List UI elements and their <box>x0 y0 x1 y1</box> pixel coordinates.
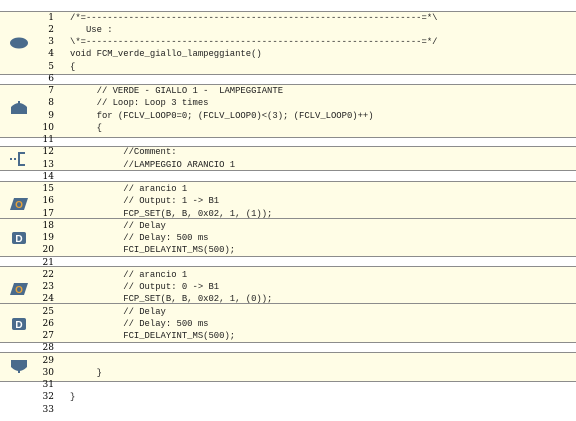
code-line[interactable]: 1 /*=------------------------------------… <box>0 12 576 24</box>
line-number: 10 <box>42 122 54 133</box>
code-line[interactable]: 6 <box>0 73 576 85</box>
code-text: //LAMPEGGIO ARANCIO 1 <box>70 159 236 170</box>
code-text: \*=-------------------------------------… <box>70 37 438 48</box>
line-number: 32 <box>42 392 54 403</box>
code-text: // arancio 1 <box>70 184 188 195</box>
line-number: 28 <box>42 343 54 354</box>
code-line[interactable]: 19 // Delay: 500 ms <box>0 233 576 244</box>
code-line[interactable]: 8 // Loop: Loop 3 times <box>0 99 576 109</box>
code-line[interactable]: 11 <box>0 135 576 146</box>
line-number: 14 <box>42 171 54 182</box>
code-text: // Delay: 500 ms <box>70 318 209 329</box>
code-text: { <box>70 122 102 133</box>
code-line[interactable]: 5{ <box>0 61 576 73</box>
code-text: // Delay <box>70 306 166 317</box>
code-line[interactable]: 30 } <box>0 367 576 379</box>
code-line[interactable]: 24 FCP_SET(B, B, 0x02, 1, (0)); <box>0 295 576 305</box>
code-text: // Delay <box>70 220 166 231</box>
code-line[interactable]: 10 { <box>0 122 576 134</box>
line-number: 4 <box>48 49 54 60</box>
code-line[interactable]: 4 void FCM_verde_giallo_lampeggiante() <box>0 50 576 60</box>
code-line[interactable]: 18 // Delay <box>0 220 576 232</box>
line-number: 23 <box>42 282 54 293</box>
code-line[interactable]: 31 <box>0 380 576 391</box>
code-line[interactable]: 17 FCP_SET(B, B, 0x02, 1, (1)); <box>0 208 576 220</box>
line-number: 27 <box>42 331 54 342</box>
code-line[interactable]: 33 <box>0 404 576 416</box>
code-line[interactable]: 16 // Output: 1 -> B1 <box>0 197 576 207</box>
code-text: for (FCLV_LOOP0=0; (FCLV_LOOP0)<(3); (FC… <box>70 110 374 121</box>
code-line[interactable]: 13 //LAMPEGGIO ARANCIO 1 <box>0 159 576 171</box>
code-line[interactable]: 22 // arancio 1 <box>0 269 576 281</box>
code-text: FCP_SET(B, B, 0x02, 1, (1)); <box>70 208 273 219</box>
line-number: 21 <box>42 257 54 268</box>
code-text: // Delay: 500 ms <box>70 233 209 244</box>
line-number: 20 <box>42 245 54 256</box>
line-number: 31 <box>42 380 54 391</box>
code-view: O D O D 1/*=----------------------------… <box>0 0 576 421</box>
code-text: // arancio 1 <box>70 269 188 280</box>
code-text: //Comment: <box>70 147 177 158</box>
line-number: 25 <box>42 306 54 317</box>
code-line[interactable]: 9 for (FCLV_LOOP0=0; (FCLV_LOOP0)<(3); (… <box>0 110 576 122</box>
line-number: 6 <box>48 73 54 84</box>
line-number: 24 <box>42 294 54 305</box>
line-number: 3 <box>48 37 54 48</box>
line-number: 18 <box>42 220 54 231</box>
code-line[interactable]: 29 <box>0 355 576 367</box>
code-line[interactable]: 21 <box>0 257 576 269</box>
line-number: 15 <box>42 184 54 195</box>
code-line[interactable]: 15 // arancio 1 <box>0 184 576 195</box>
code-text: // VERDE - GIALLO 1 - LAMPEGGIANTE <box>70 86 284 97</box>
line-number: 17 <box>42 208 54 219</box>
code-line[interactable]: 2 Use : <box>0 24 576 36</box>
code-line[interactable]: 25 // Delay <box>0 306 576 318</box>
line-number: 30 <box>42 367 54 378</box>
code-text: Use : <box>70 24 113 35</box>
code-line[interactable]: 20 FCI_DELAYINT_MS(500); <box>0 246 576 256</box>
line-number: 1 <box>48 12 54 23</box>
code-text: FCI_DELAYINT_MS(500); <box>70 245 236 256</box>
code-text: // Output: 0 -> B1 <box>70 282 220 293</box>
line-number: 22 <box>42 269 54 280</box>
code-text: { <box>70 61 76 72</box>
line-number: 9 <box>48 110 54 121</box>
line-number: 5 <box>48 61 54 72</box>
line-number: 13 <box>42 159 54 170</box>
line-number: 12 <box>42 147 54 158</box>
code-line[interactable]: 14 <box>0 171 576 183</box>
code-line[interactable]: 28 <box>0 344 576 354</box>
line-number: 16 <box>42 196 54 207</box>
code-line[interactable]: 12 //Comment: <box>0 148 576 158</box>
code-line[interactable]: 32} <box>0 393 576 403</box>
code-text: FCI_DELAYINT_MS(500); <box>70 331 236 342</box>
line-number: 11 <box>42 135 54 146</box>
line-number: 7 <box>48 86 54 97</box>
code-text: // Output: 1 -> B1 <box>70 196 220 207</box>
code-line[interactable]: 27 FCI_DELAYINT_MS(500); <box>0 331 576 342</box>
code-text: } <box>70 367 102 378</box>
code-text: } <box>70 392 76 403</box>
code-line[interactable]: 3 \*=------------------------------------… <box>0 37 576 48</box>
code-line[interactable]: 26 // Delay: 500 ms <box>0 318 576 330</box>
code-text: FCP_SET(B, B, 0x02, 1, (0)); <box>70 294 273 305</box>
line-number: 29 <box>42 355 54 366</box>
code-text: void FCM_verde_giallo_lampeggiante() <box>70 49 262 60</box>
line-number: 33 <box>42 404 54 415</box>
line-number: 19 <box>42 233 54 244</box>
line-number: 2 <box>48 24 54 35</box>
line-number: 8 <box>48 98 54 109</box>
code-line[interactable]: 23 // Output: 0 -> B1 <box>0 282 576 293</box>
code-line[interactable]: 7 // VERDE - GIALLO 1 - LAMPEGGIANTE <box>0 86 576 97</box>
code-text: /*=-------------------------------------… <box>70 12 438 23</box>
line-number: 26 <box>42 318 54 329</box>
code-text: // Loop: Loop 3 times <box>70 98 209 109</box>
